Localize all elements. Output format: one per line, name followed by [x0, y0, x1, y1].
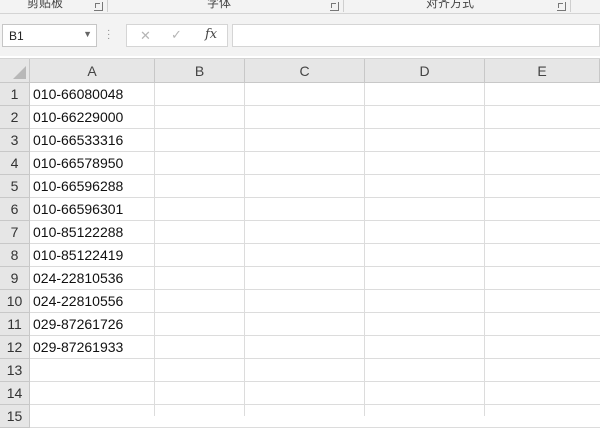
- row-header-3[interactable]: 3: [0, 129, 30, 152]
- ribbon-group-alignment-label: 对齐方式: [426, 0, 475, 10]
- insert-function-icon[interactable]: fx: [205, 27, 217, 42]
- font-dialog-launcher-icon[interactable]: [330, 2, 339, 11]
- row-header-13[interactable]: 13: [0, 359, 30, 382]
- column-gridline: [484, 83, 485, 416]
- cell-a8[interactable]: 010-85122419: [30, 244, 155, 267]
- ribbon-group-separator: [107, 0, 108, 12]
- column-header-b[interactable]: B: [155, 59, 245, 83]
- row-header-15[interactable]: 15: [0, 405, 30, 428]
- column-header-e[interactable]: E: [485, 59, 600, 83]
- alignment-dialog-launcher-icon[interactable]: [557, 2, 566, 11]
- row-header-8[interactable]: 8: [0, 244, 30, 267]
- row-header-1[interactable]: 1: [0, 83, 30, 106]
- cell-a6[interactable]: 010-66596301: [30, 198, 155, 221]
- cell-a3[interactable]: 010-66533316: [30, 129, 155, 152]
- cell-a5[interactable]: 010-66596288: [30, 175, 155, 198]
- cell-a1[interactable]: 010-66080048: [30, 83, 155, 106]
- row-header-11[interactable]: 11: [0, 313, 30, 336]
- column-header-a[interactable]: A: [30, 59, 155, 83]
- row-header-9[interactable]: 9: [0, 267, 30, 290]
- ribbon-group-font-label: 字体: [207, 0, 232, 10]
- cell-a11[interactable]: 029-87261726: [30, 313, 155, 336]
- row-header-7[interactable]: 7: [0, 221, 30, 244]
- column-header-d[interactable]: D: [365, 59, 485, 83]
- column-gridline: [364, 83, 365, 416]
- cell-a4[interactable]: 010-66578950: [30, 152, 155, 175]
- cell-a12[interactable]: 029-87261933: [30, 336, 155, 359]
- row-gridline: [30, 381, 600, 382]
- row-header-14[interactable]: 14: [0, 382, 30, 405]
- chevron-down-icon[interactable]: ▼: [83, 29, 92, 39]
- select-all-corner[interactable]: [0, 59, 30, 83]
- formula-buttons: ✕ ✓ fx: [126, 24, 228, 47]
- row-header-5[interactable]: 5: [0, 175, 30, 198]
- ribbon-group-clipboard-label: 剪贴板: [27, 0, 64, 10]
- cancel-icon[interactable]: ✕: [140, 28, 151, 44]
- row-header-12[interactable]: 12: [0, 336, 30, 359]
- formula-input[interactable]: [232, 24, 600, 47]
- ribbon-group-labels: 剪贴板 字体 对齐方式: [0, 0, 600, 14]
- cell-a10[interactable]: 024-22810556: [30, 290, 155, 313]
- name-box[interactable]: B1 ▼: [2, 24, 97, 47]
- cell-a9[interactable]: 024-22810536: [30, 267, 155, 290]
- worksheet-grid[interactable]: A B C D E 1 2 3 4 5 6 7 8 9 10 11 12 13 14 15 010-6608…: [0, 58, 600, 428]
- row-header-4[interactable]: 4: [0, 152, 30, 175]
- clipboard-dialog-launcher-icon[interactable]: [94, 2, 103, 11]
- cell-a2[interactable]: 010-66229000: [30, 106, 155, 129]
- row-header-6[interactable]: 6: [0, 198, 30, 221]
- cell-a7[interactable]: 010-85122288: [30, 221, 155, 244]
- column-header-c[interactable]: C: [245, 59, 365, 83]
- enter-check-icon[interactable]: ✓: [171, 27, 182, 43]
- ribbon-group-separator: [570, 0, 571, 12]
- more-options-icon[interactable]: · · ·: [107, 26, 110, 44]
- formula-bar: B1 ▼ · · · ✕ ✓ fx: [0, 14, 600, 56]
- select-all-triangle-icon: [13, 66, 26, 79]
- row-gridline: [30, 404, 600, 405]
- row-header-2[interactable]: 2: [0, 106, 30, 129]
- name-box-value: B1: [9, 29, 24, 43]
- ribbon-group-separator: [343, 0, 344, 12]
- column-gridline: [244, 83, 245, 416]
- row-header-10[interactable]: 10: [0, 290, 30, 313]
